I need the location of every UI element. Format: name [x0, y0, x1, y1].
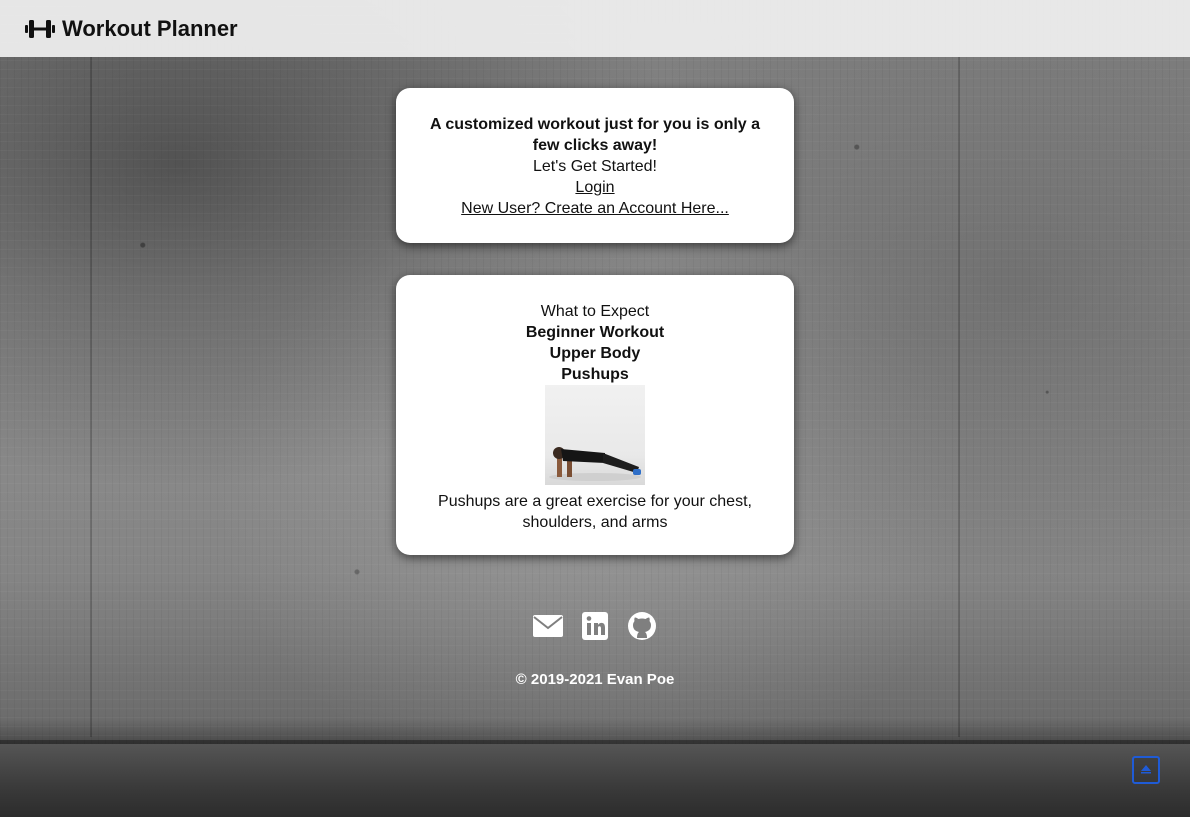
intro-subheading: Let's Get Started! — [532, 158, 657, 175]
preview-intro: What to Expect — [540, 303, 650, 320]
wall-seam — [958, 57, 960, 737]
social-links — [532, 611, 658, 641]
envelope-icon[interactable] — [532, 611, 564, 641]
copyright: © 2019-2021 Evan Poe — [515, 671, 675, 688]
intro-headline: A customized workout just for you is onl… — [429, 116, 761, 154]
linkedin-icon[interactable] — [579, 611, 611, 641]
back-to-top-button[interactable] — [1132, 756, 1160, 784]
brand-link[interactable]: Workout Planner — [25, 16, 238, 42]
floor — [0, 744, 1190, 817]
exercise-description: Pushups are a great exercise for your ch… — [438, 493, 752, 531]
workout-level: Beginner Workout — [525, 324, 665, 341]
navbar: Workout Planner — [0, 0, 1190, 57]
dumbbell-icon — [25, 18, 55, 40]
pushup-photo — [545, 385, 645, 485]
login-link[interactable]: Login — [575, 177, 614, 198]
arrow-up-icon — [1139, 761, 1153, 780]
signup-link[interactable]: New User? Create an Account Here... — [461, 198, 729, 219]
brand-title: Workout Planner — [62, 15, 238, 41]
github-icon[interactable] — [626, 611, 658, 641]
intro-card: A customized workout just for you is onl… — [396, 88, 794, 243]
body-area: Upper Body — [549, 345, 641, 362]
preview-card: What to Expect Beginner Workout Upper Bo… — [396, 275, 794, 555]
wall-seam — [90, 57, 92, 737]
exercise-name: Pushups — [561, 366, 629, 383]
